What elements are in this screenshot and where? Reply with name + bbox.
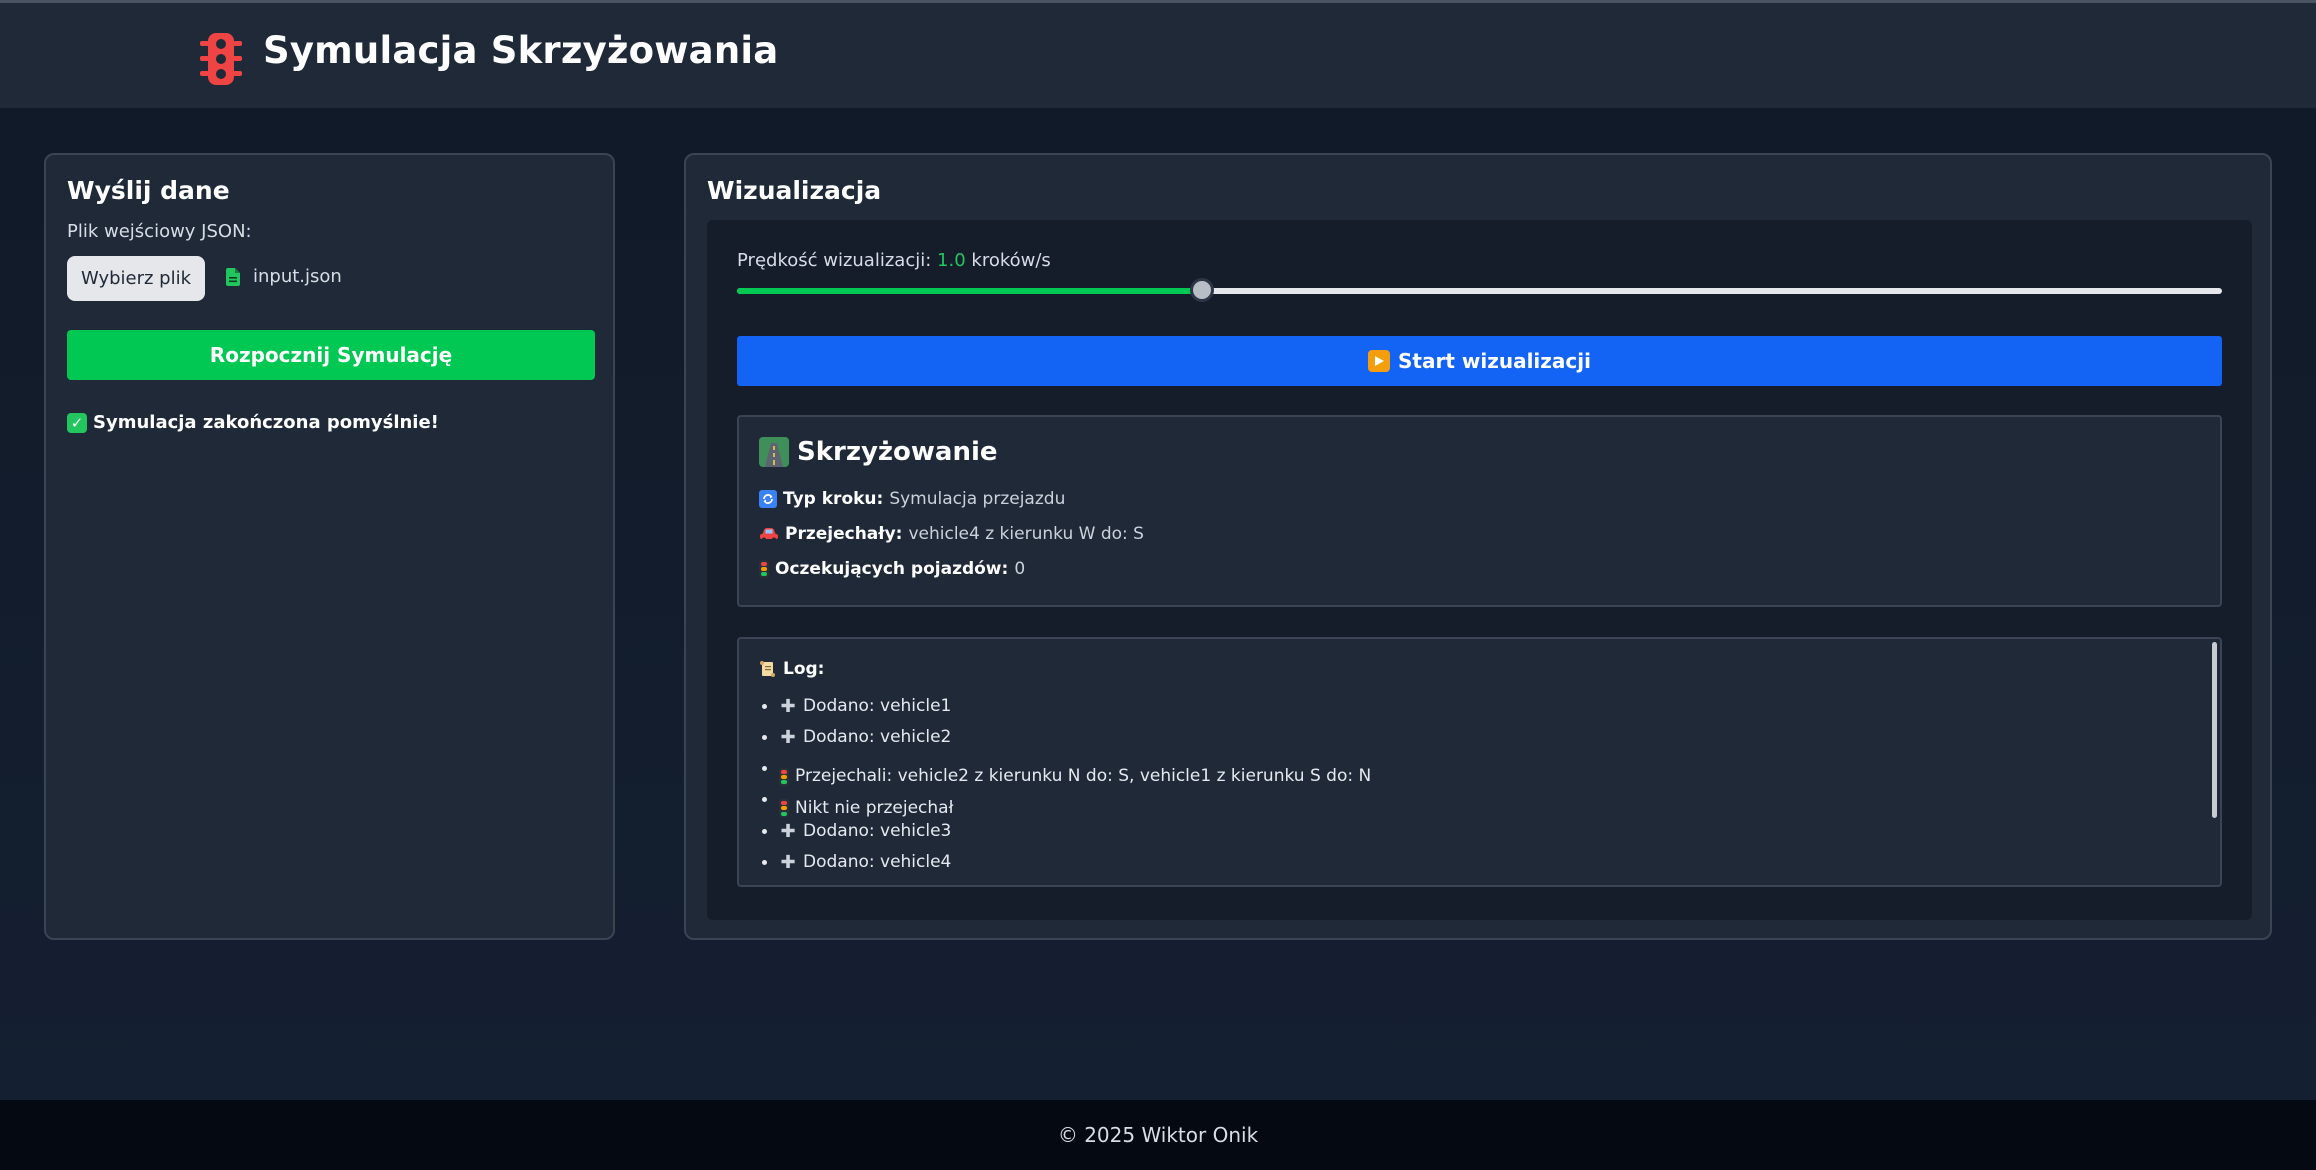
start-visualization-button[interactable]: Start wizualizacji <box>737 336 2222 386</box>
step-type-value: Symulacja przejazdu <box>889 489 1066 509</box>
speed-label: Prędkość wizualizacji: 1.0 kroków/s <box>737 250 1051 271</box>
log-entry-text: Dodano: vehicle4 <box>803 852 952 873</box>
waiting-label: Oczekujących pojazdów: <box>775 559 1009 579</box>
play-icon <box>1368 350 1391 372</box>
file-icon <box>226 268 240 286</box>
passed-value: vehicle4 z kierunku W do: S <box>908 524 1144 544</box>
log-entry-text: Dodano: vehicle2 <box>803 727 952 748</box>
selected-file-name: input.json <box>253 266 342 287</box>
speed-value: 1.0 <box>937 250 966 271</box>
road-icon <box>759 437 789 467</box>
waiting-value: 0 <box>1014 559 1026 579</box>
intersection-title: Skrzyżowanie <box>759 437 998 467</box>
start-simulation-button[interactable]: Rozpocznij Symulację <box>67 330 595 380</box>
log-panel[interactable]: Log: ✚ Dodano: vehicle1 ✚ Dodano: vehicle2… <box>737 637 2222 887</box>
app-title: Symulacja Skrzyżowania <box>263 29 779 72</box>
footer-text: © 2025 Wiktor Onik <box>1057 1123 1259 1147</box>
speed-slider[interactable] <box>737 278 2222 302</box>
passed-label: Przejechały: <box>785 524 903 544</box>
status-message: ✓ Symulacja zakończona pomyślnie! <box>67 412 439 433</box>
file-input-label: Plik wejściowy JSON: <box>67 221 252 242</box>
log-list: ✚ Dodano: vehicle1 ✚ Dodano: vehicle2 Prze… <box>759 691 1371 879</box>
log-entry-text: Dodano: vehicle3 <box>803 821 952 842</box>
log-entry-text: Dodano: vehicle1 <box>803 696 952 716</box>
traffic-light-icon <box>200 33 242 85</box>
log-entry: ✚ Dodano: vehicle3 <box>779 816 1371 847</box>
visualization-panel: Wizualizacja Prędkość wizualizacji: 1.0 … <box>684 153 2272 940</box>
log-title: Log: <box>759 659 824 679</box>
upload-panel-title: Wyślij dane <box>67 176 230 205</box>
log-entry: ✚ Dodano: vehicle1 <box>779 691 1371 722</box>
upload-panel: Wyślij dane Plik wejściowy JSON: Wybierz… <box>44 153 615 940</box>
plus-icon: ✚ <box>780 821 796 843</box>
log-scrollbar[interactable] <box>2212 642 2217 818</box>
visualization-body: Prędkość wizualizacji: 1.0 kroków/s Star… <box>707 220 2252 920</box>
intersection-state-card: Skrzyżowanie Typ kroku: Symulacja przeja… <box>737 415 2222 607</box>
refresh-icon <box>759 490 777 508</box>
visualization-title: Wizualizacja <box>707 176 882 205</box>
speed-slider-fill <box>737 288 1202 294</box>
car-icon <box>760 528 778 542</box>
step-type-label: Typ kroku: <box>783 489 884 509</box>
intersection-title-text: Skrzyżowanie <box>797 437 998 467</box>
status-text: Symulacja zakończona pomyślnie! <box>93 412 439 433</box>
passed-row: Przejechały: vehicle4 z kierunku W do: S <box>759 524 1144 544</box>
speed-slider-thumb[interactable] <box>1189 278 1214 302</box>
log-entry: ✚ Dodano: vehicle2 <box>779 722 1371 753</box>
scroll-icon <box>760 661 775 677</box>
start-visualization-label: Start wizualizacji <box>1398 349 1591 373</box>
step-type-row: Typ kroku: Symulacja przejazdu <box>759 489 1065 509</box>
plus-icon: ✚ <box>780 852 796 874</box>
plus-icon: ✚ <box>780 727 796 749</box>
log-entry: Przejechali: vehicle2 z kierunku N do: S… <box>779 754 1371 786</box>
waiting-row: Oczekujących pojazdów: 0 <box>759 559 1025 579</box>
traffic-light-icon <box>779 767 789 786</box>
footer: © 2025 Wiktor Onik <box>0 1100 2316 1170</box>
plus-icon: ✚ <box>780 696 796 717</box>
traffic-light-icon <box>779 799 789 818</box>
app-header: Symulacja Skrzyżowania <box>0 3 2316 108</box>
speed-unit: kroków/s <box>971 250 1051 271</box>
choose-file-button[interactable]: Wybierz plik <box>67 256 205 301</box>
check-icon: ✓ <box>67 412 87 433</box>
speed-label-text: Prędkość wizualizacji: <box>737 250 932 271</box>
log-title-text: Log: <box>783 659 825 679</box>
traffic-light-icon <box>759 560 769 578</box>
log-entry: ✚ Dodano: vehicle4 <box>779 847 1371 878</box>
